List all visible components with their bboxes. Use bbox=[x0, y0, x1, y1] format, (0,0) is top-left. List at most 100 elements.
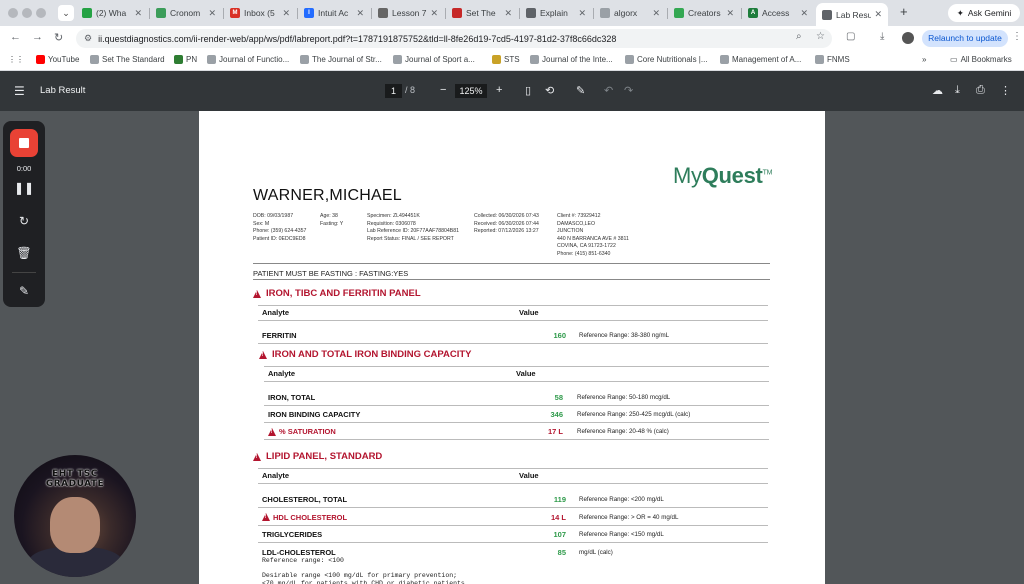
window-zoom-button[interactable] bbox=[36, 8, 46, 18]
bookmark-star-icon[interactable]: ☆ bbox=[816, 31, 825, 42]
tab-close-icon[interactable]: ✕ bbox=[800, 8, 808, 19]
stop-recording-button[interactable] bbox=[10, 129, 38, 157]
profile-avatar[interactable] bbox=[902, 32, 914, 44]
extensions-icon[interactable]: ▢ bbox=[846, 31, 855, 42]
browser-tab[interactable]: Lab Resu ✕ bbox=[816, 3, 888, 26]
bookmark-item[interactable]: Core Nutritionals |... bbox=[625, 55, 708, 64]
reference-range: mg/dL (calc) bbox=[579, 548, 613, 556]
pdf-sidebar-menu-icon[interactable]: ☰ bbox=[14, 84, 25, 98]
bookmark-item[interactable]: Journal of the Inte... bbox=[530, 55, 613, 64]
tab-label: Cronom bbox=[170, 8, 201, 18]
panel-title: IRON AND TOTAL IRON BINDING CAPACITY bbox=[259, 349, 472, 360]
panel-title: IRON, TIBC AND FERRITIN PANEL bbox=[253, 288, 421, 299]
tab-close-icon[interactable]: ✕ bbox=[726, 8, 734, 19]
window-close-button[interactable] bbox=[8, 8, 18, 18]
bookmark-item[interactable]: YouTube bbox=[36, 55, 79, 64]
url-text[interactable]: ii.questdiagnostics.com/ii-render-web/ap… bbox=[98, 34, 616, 44]
browser-tab[interactable]: Lesson 7 ✕ bbox=[372, 3, 444, 23]
table-divider bbox=[264, 439, 769, 440]
zoom-level-input[interactable]: 125% bbox=[455, 84, 487, 98]
drive-save-icon[interactable]: ☁ bbox=[932, 84, 943, 97]
analyte-value: 17 L bbox=[547, 427, 563, 436]
browser-tab[interactable]: Cronom ✕ bbox=[150, 3, 222, 23]
annotate-pen-icon[interactable]: ✎ bbox=[576, 84, 585, 97]
browser-tab-strip: ⌄ (2) Wha ✕ Cronom ✕ M Inbox (5 ✕ I Intuit Ac ✕ Le… bbox=[0, 0, 1024, 26]
bookmark-item[interactable]: FNMS bbox=[815, 55, 850, 64]
tab-close-icon[interactable]: ✕ bbox=[282, 8, 290, 19]
browser-tab[interactable]: A Access ✕ bbox=[742, 3, 814, 23]
browser-tab[interactable]: Set The ✕ bbox=[446, 3, 518, 23]
zoom-magnifier-icon[interactable]: ⌕ bbox=[796, 31, 802, 42]
analyte-value: 58 bbox=[554, 393, 563, 402]
new-tab-button[interactable]: + bbox=[900, 4, 908, 19]
meta-line: Age: 38 bbox=[320, 213, 338, 219]
panel-title-text: IRON, TIBC AND FERRITIN PANEL bbox=[266, 288, 421, 299]
tab-close-icon[interactable]: ✕ bbox=[356, 8, 364, 19]
myquest-logo: MyQuestTM bbox=[673, 163, 773, 188]
undo-icon[interactable]: ↶ bbox=[604, 84, 613, 97]
redo-icon[interactable]: ↷ bbox=[624, 84, 633, 97]
pdf-more-icon[interactable]: ⋮ bbox=[1000, 84, 1011, 97]
browser-tab[interactable]: Explain ✕ bbox=[520, 3, 592, 23]
site-info-icon[interactable]: ⚙ bbox=[84, 33, 92, 44]
restart-icon[interactable]: ↻ bbox=[3, 214, 45, 228]
browser-menu-icon[interactable]: ⋮ bbox=[1012, 31, 1022, 42]
window-minimize-button[interactable] bbox=[22, 8, 32, 18]
tab-favicon-icon: A bbox=[748, 8, 758, 18]
tab-close-icon[interactable]: ✕ bbox=[208, 8, 216, 19]
tab-favicon-icon bbox=[600, 8, 610, 18]
tab-close-icon[interactable]: ✕ bbox=[504, 8, 512, 19]
ask-gemini-button[interactable]: ✦ Ask Gemini bbox=[948, 4, 1020, 22]
bookmark-item[interactable]: Journal of Sport a... bbox=[393, 55, 475, 64]
bookmark-item[interactable]: Management of A... bbox=[720, 55, 801, 64]
tab-close-icon[interactable]: ✕ bbox=[430, 8, 438, 19]
bookmark-item[interactable]: Set The Standard bbox=[90, 55, 165, 64]
table-divider bbox=[258, 524, 768, 526]
bookmark-label: Set The Standard bbox=[102, 55, 165, 64]
download-icon[interactable]: ⤓ bbox=[880, 31, 884, 42]
browser-tab[interactable]: (2) Wha ✕ bbox=[76, 3, 148, 23]
bookmarks-overflow-icon[interactable]: » bbox=[922, 55, 926, 64]
pdf-viewer-area[interactable]: MyQuestTM WARNER,MICHAEL DOB: 09/03/1987… bbox=[0, 111, 1024, 584]
browser-tab[interactable]: I Intuit Ac ✕ bbox=[298, 3, 370, 23]
analyte-name-text: % SATURATION bbox=[279, 427, 336, 436]
rotate-icon[interactable]: ⟲ bbox=[545, 84, 554, 97]
print-icon[interactable]: ⎙ bbox=[976, 84, 985, 97]
relaunch-update-button[interactable]: Relaunch to update bbox=[922, 30, 1008, 47]
tab-close-icon[interactable]: ✕ bbox=[134, 8, 142, 19]
bookmark-item[interactable]: The Journal of Str... bbox=[300, 55, 382, 64]
tab-favicon-icon bbox=[82, 8, 92, 18]
zoom-out-icon[interactable]: − bbox=[440, 84, 446, 96]
warning-triangle-icon bbox=[259, 350, 267, 359]
delete-trash-icon[interactable]: 🗑 bbox=[3, 246, 45, 260]
tab-close-icon[interactable]: ✕ bbox=[874, 9, 882, 20]
tab-close-icon[interactable]: ✕ bbox=[652, 8, 660, 19]
bookmark-label: Journal of Functio... bbox=[219, 55, 290, 64]
browser-tab[interactable]: Creators ✕ bbox=[668, 3, 740, 23]
bookmark-item[interactable]: PN bbox=[174, 55, 197, 64]
zoom-in-icon[interactable]: + bbox=[496, 84, 502, 96]
webcam-bubble[interactable]: EHT TSC GRADUATE bbox=[14, 455, 136, 577]
pause-icon[interactable]: ❚❚ bbox=[3, 181, 45, 195]
draw-pen-icon[interactable]: ✎ bbox=[3, 284, 45, 298]
warning-triangle-icon bbox=[253, 289, 261, 298]
tab-search-chevron-icon[interactable]: ⌄ bbox=[58, 5, 74, 21]
apps-grid-icon[interactable]: ⋮⋮ bbox=[8, 55, 24, 64]
reload-icon[interactable]: ↻ bbox=[54, 31, 63, 44]
all-bookmarks-button[interactable]: ▭ All Bookmarks bbox=[950, 55, 1012, 64]
browser-tab[interactable]: M Inbox (5 ✕ bbox=[224, 3, 296, 23]
back-arrow-icon[interactable]: ← bbox=[10, 31, 21, 43]
browser-tab[interactable]: algorx ✕ bbox=[594, 3, 666, 23]
tab-close-icon[interactable]: ✕ bbox=[578, 8, 586, 19]
forward-arrow-icon[interactable]: → bbox=[32, 31, 43, 43]
bookmark-favicon-icon bbox=[300, 55, 309, 64]
pdf-download-icon[interactable]: ⤓ bbox=[955, 84, 960, 97]
fit-page-icon[interactable]: ▯ bbox=[525, 84, 531, 97]
page-number-input[interactable]: 1 bbox=[385, 84, 402, 98]
table-divider bbox=[258, 305, 768, 306]
webcam-person bbox=[50, 497, 100, 553]
bookmark-item[interactable]: STS bbox=[492, 55, 520, 64]
meta-line: Fasting: Y bbox=[320, 220, 344, 227]
bookmark-item[interactable]: Journal of Functio... bbox=[207, 55, 289, 64]
address-bar[interactable]: ⚙ ii.questdiagnostics.com/ii-render-web/… bbox=[76, 29, 832, 48]
